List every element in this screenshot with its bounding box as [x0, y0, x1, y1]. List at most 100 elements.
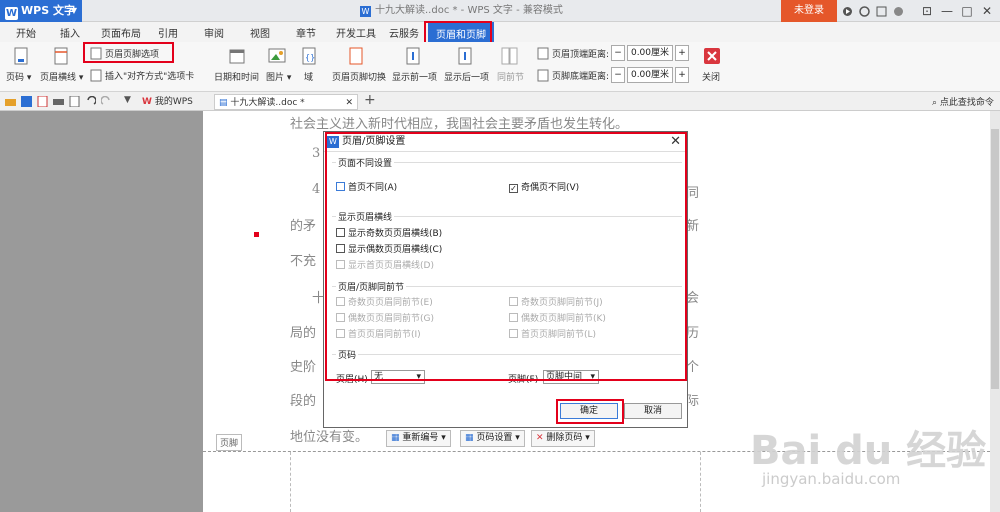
section-header-line: 显示页眉横线: [332, 210, 682, 223]
doc-tab-current[interactable]: ▤ 十九大解读..doc * ✕: [214, 94, 358, 110]
tab-section[interactable]: 章节: [296, 25, 316, 40]
tab-start[interactable]: 开始: [16, 25, 36, 40]
close-window-button[interactable]: ✕: [976, 0, 998, 22]
dialog-title-bar[interactable]: W 页眉/页脚设置 ✕: [324, 132, 687, 152]
dialog-close-icon[interactable]: ✕: [670, 132, 681, 152]
datetime-button[interactable]: 日期和时间: [214, 70, 259, 83]
header-distance-icon: [537, 47, 549, 60]
customize-dropdown-icon[interactable]: ▼: [124, 95, 131, 105]
app-menu-button[interactable]: W WPS 文字 ▼: [0, 0, 82, 22]
section-page-number: 页码: [332, 348, 682, 361]
renumber-label: 重新编号: [402, 433, 439, 443]
odd-header-same-label: 奇数页页眉同前节(E): [348, 298, 433, 308]
login-button[interactable]: 未登录: [781, 0, 837, 22]
tab-developer[interactable]: 开发工具: [336, 25, 376, 40]
checkbox-box: [336, 313, 345, 322]
first-header-line-checkbox[interactable]: 显示首页页眉横线(D): [336, 258, 434, 271]
even-header-same-checkbox[interactable]: 偶数页页眉同前节(G): [336, 311, 434, 324]
header-footer-options-button[interactable]: 页眉页脚选项: [90, 47, 159, 60]
tab-header-footer[interactable]: 页眉和页脚: [428, 22, 494, 42]
redo-icon[interactable]: [101, 96, 112, 107]
switch-button[interactable]: 页眉页脚切换: [332, 70, 386, 83]
header-line-icon: [54, 47, 68, 65]
record-icon[interactable]: [842, 6, 853, 17]
tab-reference[interactable]: 引用: [158, 25, 178, 40]
maximize-button[interactable]: □: [956, 0, 978, 22]
page-number-button[interactable]: 页码 ▾: [6, 70, 31, 83]
checkbox-box: [509, 313, 518, 322]
cancel-button[interactable]: 取消: [624, 403, 682, 419]
tab-view[interactable]: 视图: [250, 25, 270, 40]
first-page-different-checkbox[interactable]: 首页不同(A): [336, 180, 397, 193]
cursor-marker: [254, 232, 259, 237]
header-footer-settings-dialog: W 页眉/页脚设置 ✕ 页面不同设置 首页不同(A) ✓ 奇偶页不同(V) 显示页眉横…: [323, 131, 688, 428]
same-prev-button[interactable]: 同前节: [497, 70, 524, 83]
even-header-line-checkbox[interactable]: 显示偶数页页眉横线(C): [336, 242, 442, 255]
command-search[interactable]: ⌕ 点此查找命令: [932, 95, 994, 108]
baidu-url-watermark: jingyan.baidu.com: [762, 470, 901, 488]
header-line-button[interactable]: 页眉横线 ▾: [40, 70, 83, 83]
footer-bottom-input[interactable]: 0.00厘米: [627, 67, 673, 83]
header-top-minus-button[interactable]: −: [611, 45, 625, 61]
footer-distance-icon: [537, 69, 549, 82]
vertical-scrollbar[interactable]: [990, 111, 1000, 512]
export-pdf-icon[interactable]: [37, 96, 48, 107]
collapse-ribbon-icon[interactable]: ⊡: [916, 0, 938, 22]
even-footer-same-checkbox[interactable]: 偶数页页脚同前节(K): [509, 311, 606, 324]
calendar-icon: [229, 49, 245, 64]
checkbox-box: [509, 297, 518, 306]
share-icon[interactable]: [876, 6, 887, 17]
first-header-same-checkbox[interactable]: 首页页眉同前节(I): [336, 327, 421, 340]
quick-access-bar: ▼ W 我的WPS ▤ 十九大解读..doc * ✕ + ⌕ 点此查找命令: [0, 92, 1000, 111]
first-header-line-label: 显示首页页眉横线(D): [348, 261, 434, 271]
renumber-button[interactable]: ▦ 重新编号 ▾: [386, 430, 451, 447]
help-icon[interactable]: [893, 6, 904, 17]
svg-text:{}: {}: [305, 53, 315, 62]
header-footer-options-label: 页眉页脚选项: [105, 50, 160, 60]
header-top-plus-button[interactable]: +: [675, 45, 689, 61]
footer-bottom-minus-button[interactable]: −: [611, 67, 625, 83]
tab-review[interactable]: 审阅: [204, 25, 224, 40]
undo-icon[interactable]: [85, 96, 96, 107]
checkbox-box: [336, 297, 345, 306]
footer-bottom-plus-button[interactable]: +: [675, 67, 689, 83]
header-line-label: 页眉横线: [40, 73, 77, 83]
show-next-button[interactable]: 显示后一项: [444, 70, 489, 83]
print-icon[interactable]: [53, 96, 64, 107]
scrollbar-thumb[interactable]: [991, 129, 999, 389]
tab-cloud[interactable]: 云服务: [389, 25, 419, 40]
doc-tab-mywps[interactable]: W 我的WPS: [138, 94, 197, 110]
ok-button[interactable]: 确定: [560, 403, 618, 419]
document-title: 十九大解读..doc * - WPS 文字 - 兼容模式: [375, 5, 563, 16]
print-preview-icon[interactable]: [69, 96, 80, 107]
close-tab-icon[interactable]: ✕: [345, 95, 353, 111]
odd-header-same-checkbox[interactable]: 奇数页页眉同前节(E): [336, 295, 433, 308]
odd-footer-same-checkbox[interactable]: 奇数页页脚同前节(J): [509, 295, 603, 308]
footer-position-select[interactable]: 页脚中间 ▾: [543, 370, 599, 384]
odd-header-line-checkbox[interactable]: 显示奇数页页眉横线(B): [336, 226, 442, 239]
minimize-button[interactable]: —: [936, 0, 958, 22]
checkmark-icon: ✓: [509, 184, 518, 193]
save-icon[interactable]: [21, 96, 32, 107]
picture-button[interactable]: 图片 ▾: [266, 70, 291, 83]
open-icon[interactable]: [5, 96, 16, 107]
tab-insert[interactable]: 插入: [60, 25, 80, 40]
align-tab-icon: [90, 69, 102, 82]
odd-even-different-checkbox[interactable]: ✓ 奇偶页不同(V): [509, 180, 579, 193]
insert-align-tab-button[interactable]: 插入"对齐方式"选项卡: [90, 69, 194, 82]
tab-page-layout[interactable]: 页面布局: [101, 25, 141, 40]
close-header-footer-button[interactable]: 关闭: [702, 70, 720, 83]
delete-page-number-button[interactable]: ✕ 删除页码 ▾: [531, 430, 595, 447]
field-button[interactable]: 域: [304, 70, 313, 83]
new-tab-button[interactable]: +: [364, 92, 376, 108]
show-prev-button[interactable]: 显示前一项: [392, 70, 437, 83]
header-top-input[interactable]: 0.00厘米: [627, 45, 673, 61]
section-same-as-previous-title: 页眉/页脚同前节: [336, 280, 407, 293]
first-header-same-label: 首页页眉同前节(I): [348, 330, 421, 340]
page-number-settings-button[interactable]: ▦ 页码设置 ▾: [460, 430, 525, 447]
skin-icon[interactable]: [859, 5, 870, 17]
first-footer-same-checkbox[interactable]: 首页页脚同前节(L): [509, 327, 596, 340]
footer-margin-left: [290, 452, 291, 512]
header-top-label-text: 页眉顶端距离:: [552, 50, 610, 60]
header-position-select[interactable]: 无 ▾: [371, 370, 425, 384]
